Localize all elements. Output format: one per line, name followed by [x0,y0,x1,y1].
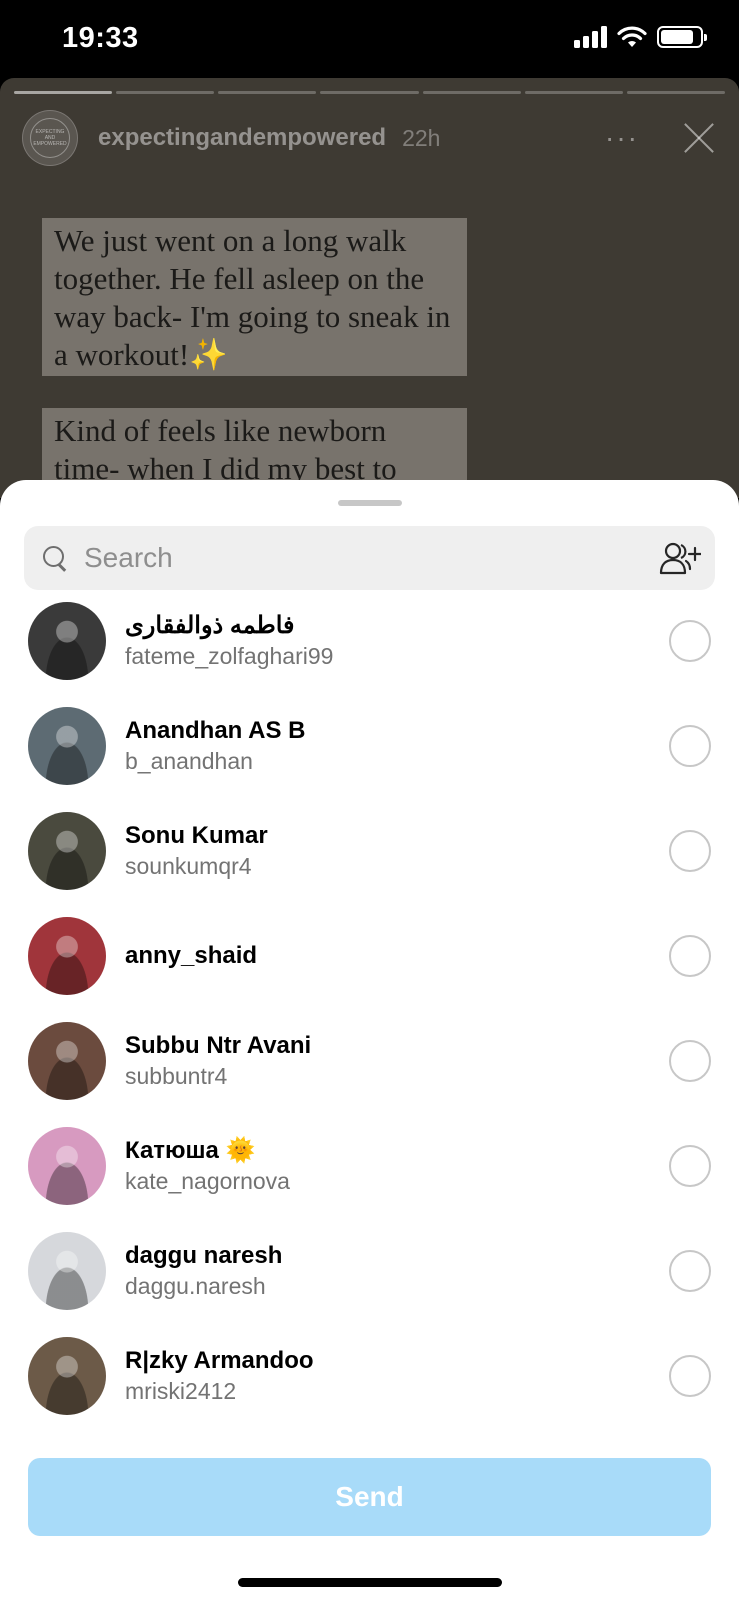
contact-username: mriski2412 [125,1377,237,1404]
contact-username: kate_nagornova [125,1167,290,1194]
story-progress-segment [14,91,113,94]
contact-names: daggu naresh daggu.naresh [125,1241,282,1301]
contact-username: daggu.naresh [125,1272,266,1299]
status-icons [574,26,707,48]
avatar [28,916,106,995]
select-radio[interactable] [669,1144,711,1187]
contact-names: فاطمه ذوالفقاری fateme_zolfaghari99 [125,611,333,671]
contact-row[interactable]: Sonu Kumar sounkumqr4 [0,798,739,903]
avatar [28,1126,106,1205]
search-bar[interactable]: Search [24,526,715,590]
select-radio[interactable] [669,934,711,977]
contact-row[interactable]: anny_shaid [0,903,739,1008]
story-progress-segment [422,91,521,94]
story-text-block-1: We just went on a long walk together. He… [42,218,467,376]
contact-row[interactable]: R|zky Armandoo mriski2412 [0,1323,739,1428]
select-radio[interactable] [669,829,711,872]
story-progress-segment [626,91,725,94]
contact-name: Катюша 🌞 [125,1136,256,1164]
select-radio[interactable] [669,1039,711,1082]
status-time: 19:33 [62,22,139,54]
contact-name: daggu naresh [125,1241,283,1269]
more-options-icon[interactable]: ··· [605,122,639,154]
sheet-drag-handle[interactable] [338,500,402,506]
select-radio[interactable] [669,1249,711,1292]
contact-name: Sonu Kumar [125,821,268,849]
select-radio[interactable] [669,619,711,662]
send-button[interactable]: Send [28,1458,711,1536]
contact-name: R|zky Armandoo [125,1346,314,1374]
story-username[interactable]: expectingandempowered [98,124,386,152]
contact-names: Катюша 🌞 kate_nagornova [125,1136,290,1196]
avatar [28,601,106,680]
story-avatar-logo: EXPECTING AND EMPOWERED [30,118,70,158]
avatar [28,706,106,785]
story-time-ago: 22h [402,124,441,151]
story-progress-bar [14,91,725,94]
close-icon[interactable] [679,118,719,158]
contact-row[interactable]: Anandhan AS B b_anandhan [0,693,739,798]
contact-name: Subbu Ntr Avani [125,1031,312,1059]
share-sheet: Search فاطمه ذوالفقاری fateme_zolfaghari9… [0,480,739,1600]
contact-username: b_anandhan [125,747,253,774]
contact-names: anny_shaid [125,941,257,971]
contact-row[interactable]: فاطمه ذوالفقاری fateme_zolfaghari99 [0,588,739,693]
wifi-icon [617,26,647,47]
contact-row[interactable]: Катюша 🌞 kate_nagornova [0,1113,739,1218]
contact-username: fateme_zolfaghari99 [125,642,334,669]
search-input[interactable]: Search [84,542,173,574]
contact-name: فاطمه ذوالفقاری [125,611,295,639]
select-radio[interactable] [669,724,711,767]
contact-username: sounkumqr4 [125,852,252,879]
story-progress-segment [320,91,419,94]
story-header: EXPECTING AND EMPOWERED expectingandempo… [22,108,719,168]
battery-icon [657,26,707,48]
story-progress-segment [524,91,623,94]
contact-name: anny_shaid [125,941,258,969]
battery-level [661,30,694,44]
contact-list: فاطمه ذوالفقاری fateme_zolfaghari99 Anandh… [0,588,739,1428]
contact-name: Anandhan AS B [125,716,306,744]
select-radio[interactable] [669,1354,711,1397]
contact-names: Anandhan AS B b_anandhan [125,716,305,776]
cellular-signal-icon [574,26,607,48]
avatar [28,1336,106,1415]
contact-row[interactable]: Subbu Ntr Avani subbuntr4 [0,1008,739,1113]
add-people-icon[interactable] [659,540,701,576]
status-bar: 19:33 [0,0,739,80]
home-indicator[interactable] [238,1578,502,1587]
avatar [28,1021,106,1100]
contact-names: R|zky Armandoo mriski2412 [125,1346,314,1406]
avatar [28,1231,106,1310]
avatar [28,811,106,890]
story-progress-segment [116,91,215,94]
search-icon [42,545,68,571]
story-avatar[interactable]: EXPECTING AND EMPOWERED [22,110,78,166]
contact-row[interactable]: daggu naresh daggu.naresh [0,1218,739,1323]
contact-names: Subbu Ntr Avani subbuntr4 [125,1031,311,1091]
contact-username: subbuntr4 [125,1062,228,1089]
story-viewer[interactable]: EXPECTING AND EMPOWERED expectingandempo… [0,78,739,498]
contact-names: Sonu Kumar sounkumqr4 [125,821,268,881]
story-progress-segment [218,91,317,94]
